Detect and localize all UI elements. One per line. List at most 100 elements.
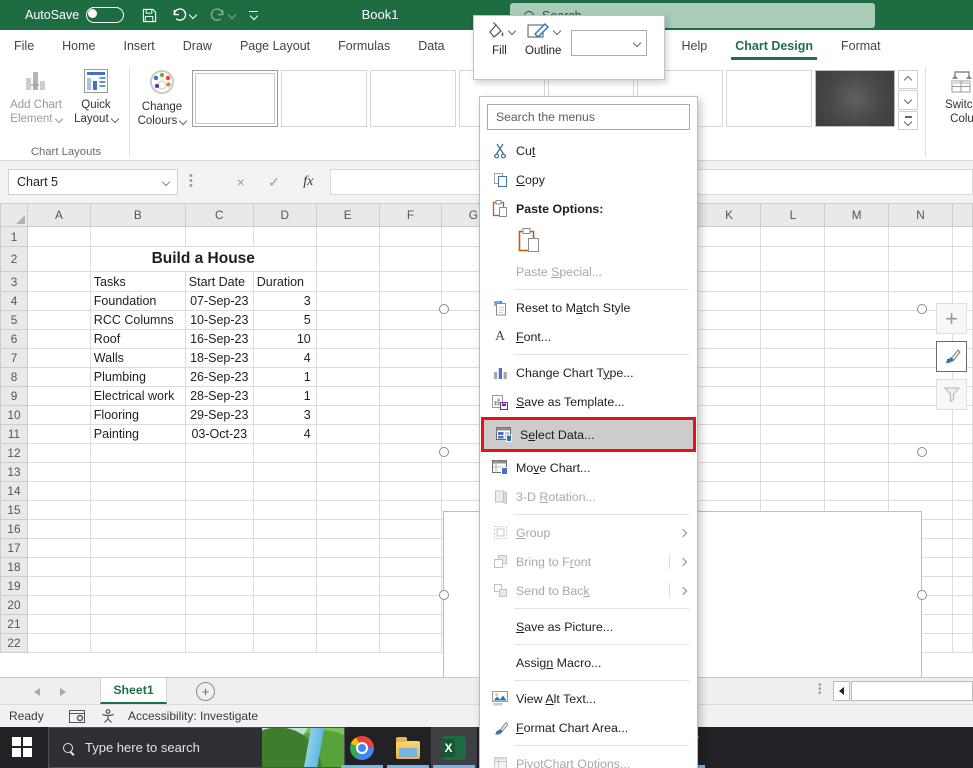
cell-D19[interactable]	[253, 577, 316, 596]
cell-A9[interactable]	[27, 387, 90, 406]
cell-L6[interactable]	[761, 330, 825, 349]
cell-C16[interactable]	[185, 520, 253, 539]
cell-F20[interactable]	[379, 596, 442, 615]
row-header-15[interactable]: 15	[1, 501, 28, 520]
cell-F11[interactable]	[379, 425, 442, 444]
gallery-more-button[interactable]	[898, 111, 918, 130]
cell-K12[interactable]	[697, 444, 761, 463]
cell-C10[interactable]: 29-Sep-23	[185, 406, 253, 425]
cell-M8[interactable]	[825, 368, 889, 387]
cell-A6[interactable]	[27, 330, 90, 349]
cell-14[interactable]	[952, 482, 972, 501]
start-button[interactable]	[12, 737, 33, 758]
menu-item-reset-to-match-style[interactable]: Reset to Match Style	[480, 293, 697, 322]
cell-C22[interactable]	[185, 634, 253, 653]
cell-M13[interactable]	[825, 463, 889, 482]
chart-filters-button[interactable]	[936, 379, 967, 410]
cell-A8[interactable]	[27, 368, 90, 387]
cell-K2[interactable]	[697, 247, 761, 272]
menu-item-paste-options[interactable]: Paste Options:	[480, 194, 697, 223]
cell-A3[interactable]	[27, 272, 90, 292]
cell-M2[interactable]	[825, 247, 889, 272]
cell-E4[interactable]	[316, 292, 379, 311]
cell-C4[interactable]: 07-Sep-23	[185, 292, 253, 311]
column-header-L[interactable]: L	[761, 204, 825, 227]
cell-M3[interactable]	[825, 272, 889, 292]
cell-A15[interactable]	[27, 501, 90, 520]
cell-16[interactable]	[952, 520, 972, 539]
cell-C20[interactable]	[185, 596, 253, 615]
cell-F19[interactable]	[379, 577, 442, 596]
cell-B12[interactable]	[90, 444, 185, 463]
cell-K3[interactable]	[697, 272, 761, 292]
cell-A5[interactable]	[27, 311, 90, 330]
cell-D15[interactable]	[253, 501, 316, 520]
cell-A19[interactable]	[27, 577, 90, 596]
menu-item-select-data[interactable]: Select Data...	[484, 420, 693, 449]
tab-draw[interactable]: Draw	[169, 30, 226, 62]
cell-B8[interactable]: Plumbing	[90, 368, 185, 387]
cell-E20[interactable]	[316, 596, 379, 615]
switch-row-column-button[interactable]: SwitchColu	[934, 68, 973, 127]
cell-A10[interactable]	[27, 406, 90, 425]
cell-F21[interactable]	[379, 615, 442, 634]
cell-E15[interactable]	[316, 501, 379, 520]
tab-file[interactable]: File	[0, 30, 48, 62]
cell-F15[interactable]	[379, 501, 442, 520]
outline-button[interactable]: Outline	[525, 22, 561, 57]
cell-E11[interactable]	[316, 425, 379, 444]
cell-M12[interactable]	[825, 444, 889, 463]
cell-L11[interactable]	[761, 425, 825, 444]
cell-21[interactable]	[952, 615, 972, 634]
cell-19[interactable]	[952, 577, 972, 596]
cell-F1[interactable]	[379, 227, 442, 247]
cell-C7[interactable]: 18-Sep-23	[185, 349, 253, 368]
cell-B2[interactable]: Build a House	[90, 247, 316, 272]
cell-B6[interactable]: Roof	[90, 330, 185, 349]
sheet-tab-sheet1[interactable]: Sheet1	[100, 678, 167, 704]
cell-C19[interactable]	[185, 577, 253, 596]
cell-E6[interactable]	[316, 330, 379, 349]
row-header-22[interactable]: 22	[1, 634, 28, 653]
cell-D7[interactable]: 4	[253, 349, 316, 368]
cell-E8[interactable]	[316, 368, 379, 387]
tab-format[interactable]: Format	[827, 30, 895, 62]
chart-style-thumbnail-7[interactable]	[726, 70, 812, 127]
cell-A13[interactable]	[27, 463, 90, 482]
chart-handle-bottom-left[interactable]	[439, 590, 449, 600]
cell-E2[interactable]	[316, 247, 379, 272]
tab-home[interactable]: Home	[48, 30, 109, 62]
customize-qat-button[interactable]	[249, 11, 258, 20]
undo-button[interactable]	[171, 8, 196, 22]
cell-D16[interactable]	[253, 520, 316, 539]
cell-F7[interactable]	[379, 349, 442, 368]
chart-handle-middle-right[interactable]	[917, 447, 927, 457]
row-header-10[interactable]: 10	[1, 406, 28, 425]
cell-C6[interactable]: 16-Sep-23	[185, 330, 253, 349]
cell-A22[interactable]	[27, 634, 90, 653]
cell-C13[interactable]	[185, 463, 253, 482]
cell-20[interactable]	[952, 596, 972, 615]
row-header-14[interactable]: 14	[1, 482, 28, 501]
column-header-B[interactable]: B	[90, 204, 185, 227]
chart-handle-top-left[interactable]	[439, 304, 449, 314]
cell-L3[interactable]	[761, 272, 825, 292]
menu-item-change-chart-type[interactable]: Change Chart Type...	[480, 358, 697, 387]
hscroll-left-button[interactable]	[833, 681, 850, 701]
cell-E13[interactable]	[316, 463, 379, 482]
cell-K4[interactable]	[697, 292, 761, 311]
cell-B20[interactable]	[90, 596, 185, 615]
sheet-nav-next-button[interactable]	[60, 688, 66, 696]
tab-chart-design[interactable]: Chart Design	[721, 30, 827, 62]
cell-F6[interactable]	[379, 330, 442, 349]
cell-12[interactable]	[952, 444, 972, 463]
column-header-F[interactable]: F	[379, 204, 442, 227]
cell-13[interactable]	[952, 463, 972, 482]
cell-F16[interactable]	[379, 520, 442, 539]
paste-option-keep-formatting[interactable]	[480, 223, 697, 257]
cell-N1[interactable]	[889, 227, 953, 247]
chart-style-thumbnail-3[interactable]	[370, 70, 456, 127]
cell-B22[interactable]	[90, 634, 185, 653]
cell-C21[interactable]	[185, 615, 253, 634]
cell-F12[interactable]	[379, 444, 442, 463]
